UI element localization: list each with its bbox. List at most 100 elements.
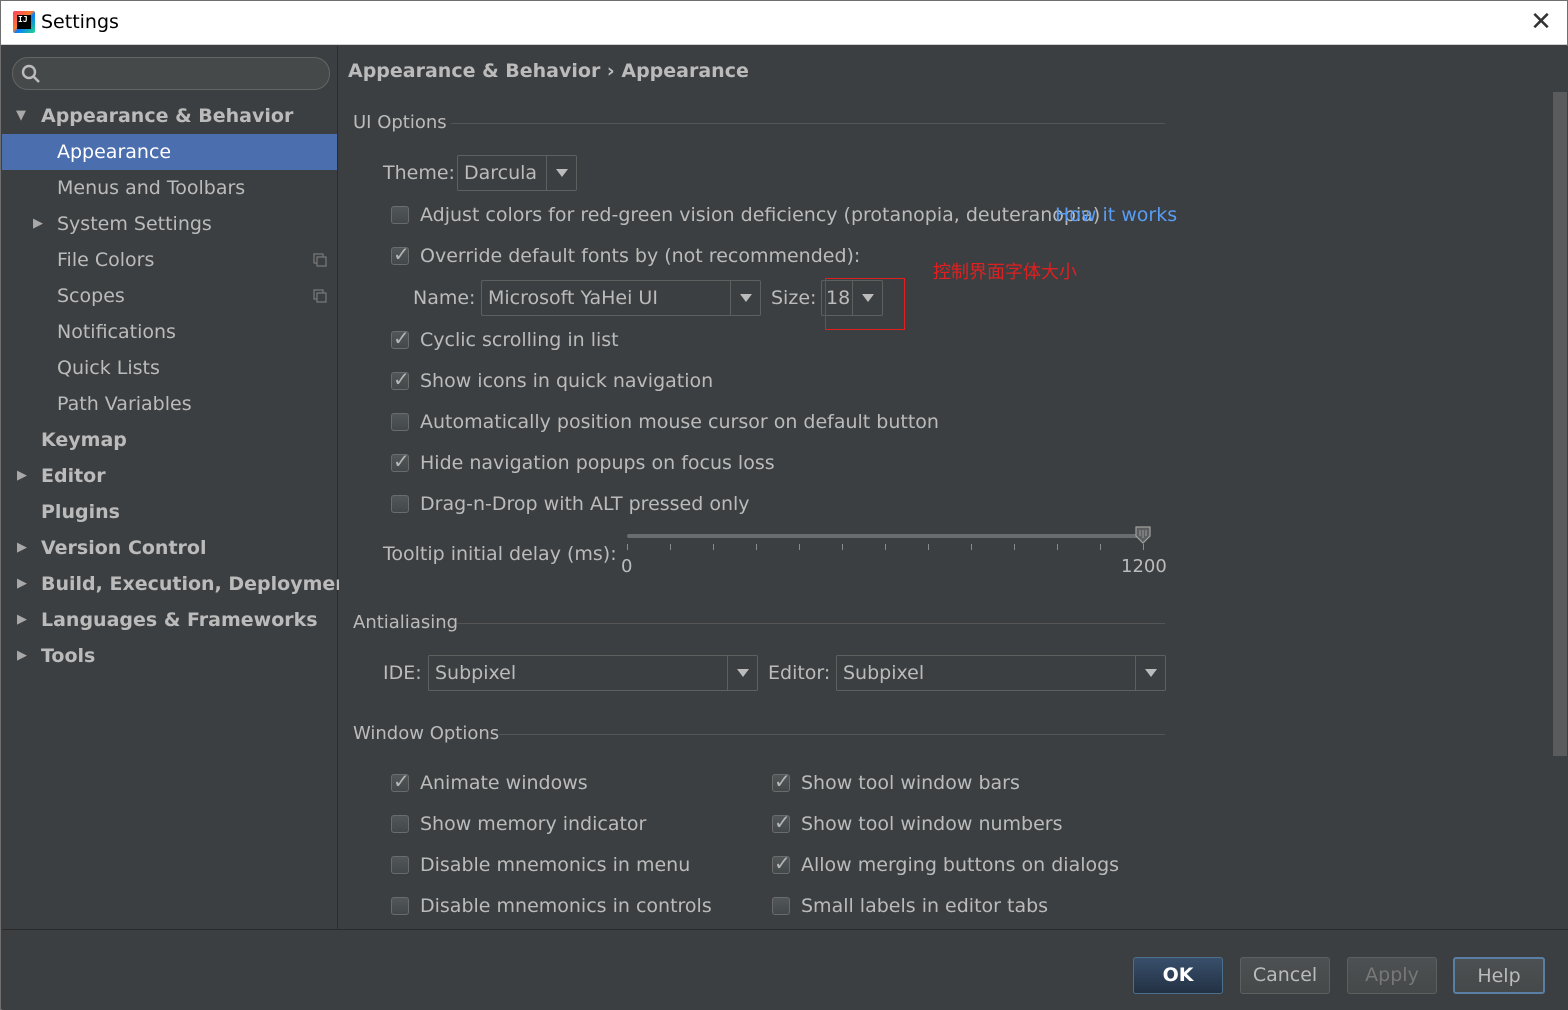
checkbox-box[interactable] [391, 495, 409, 513]
sidebar-item-languages-frameworks[interactable]: ▶ Languages & Frameworks [2, 602, 337, 638]
checkbox-box[interactable] [391, 815, 409, 833]
checkbox-box[interactable]: ✓ [772, 812, 791, 834]
checkbox-box[interactable]: ✓ [772, 853, 791, 875]
apply-button[interactable]: Apply [1347, 957, 1437, 994]
triangle-right-icon[interactable]: ▶ [17, 566, 33, 602]
theme-select[interactable]: Darcula [457, 155, 577, 191]
editor-antialiasing-select[interactable]: Subpixel [836, 655, 1166, 691]
checkbox-label: Show memory indicator [420, 813, 647, 835]
sidebar-item-plugins[interactable]: Plugins [2, 494, 337, 530]
sidebar-item-quick-lists[interactable]: Quick Lists [2, 350, 337, 386]
sidebar-item-appearance-behavior[interactable]: ▼ Appearance & Behavior [2, 98, 337, 134]
sidebar-item-path-variables[interactable]: Path Variables [2, 386, 337, 422]
checkbox-label: Drag-n-Drop with ALT pressed only [420, 493, 750, 515]
font-name-dropdown-button[interactable] [730, 281, 760, 315]
close-button[interactable]: ✕ [1527, 9, 1555, 37]
disable-mnemonics-controls-checkbox[interactable]: Disable mnemonics in controls [391, 892, 731, 920]
ok-button[interactable]: OK [1133, 957, 1223, 994]
triangle-right-icon[interactable]: ▶ [17, 602, 33, 638]
checkbox-label: Hide navigation popups on focus loss [420, 452, 775, 474]
font-name-label: Name: [413, 287, 476, 309]
sidebar-item-system-settings[interactable]: ▶ System Settings [2, 206, 337, 242]
checkbox-label: Automatically position mouse cursor on d… [420, 411, 939, 433]
sidebar-item-build-execution-deployment[interactable]: ▶ Build, Execution, Deployment [2, 566, 358, 602]
checkmark-icon: ✓ [393, 451, 410, 473]
cancel-button[interactable]: Cancel [1240, 957, 1330, 994]
allow-merging-buttons-checkbox[interactable]: ✓ Allow merging buttons on dialogs [772, 851, 1132, 879]
section-divider [457, 623, 1165, 624]
sidebar-item-scopes[interactable]: Scopes [2, 278, 337, 314]
auto-position-mouse-checkbox[interactable]: Automatically position mouse cursor on d… [391, 408, 939, 436]
checkbox-box[interactable]: ✓ [391, 771, 410, 793]
show-tool-window-bars-checkbox[interactable]: ✓ Show tool window bars [772, 769, 1072, 797]
editor-dropdown-button[interactable] [1135, 656, 1165, 690]
sidebar-item-keymap[interactable]: Keymap [2, 422, 337, 458]
slider-tick [713, 544, 714, 550]
help-button[interactable]: Help [1453, 957, 1545, 994]
sidebar-item-editor[interactable]: ▶ Editor [2, 458, 337, 494]
triangle-right-icon[interactable]: ▶ [17, 530, 33, 566]
tooltip-delay-label: Tooltip initial delay (ms): [383, 543, 617, 565]
slider-min-label: 0 [621, 556, 633, 577]
scrollbar-thumb[interactable] [1553, 92, 1567, 756]
checkbox-box[interactable] [391, 856, 409, 874]
cyclic-scrolling-checkbox[interactable]: ✓ Cyclic scrolling in list [391, 326, 691, 354]
triangle-right-icon[interactable]: ▶ [33, 206, 49, 242]
sidebar-item-label: File Colors [57, 249, 155, 271]
checkbox-box[interactable]: ✓ [391, 451, 410, 473]
sidebar-item-notifications[interactable]: Notifications [2, 314, 337, 350]
checkbox-box[interactable]: ✓ [391, 328, 410, 350]
theme-label: Theme: [383, 162, 455, 184]
checkmark-icon: ✓ [774, 771, 791, 793]
sidebar-item-label: Build, Execution, Deployment [41, 573, 358, 595]
tooltip-delay-slider[interactable] [627, 534, 1147, 538]
theme-value: Darcula [464, 162, 538, 184]
triangle-down-icon[interactable]: ▼ [16, 98, 32, 134]
drag-n-drop-checkbox[interactable]: Drag-n-Drop with ALT pressed only [391, 490, 771, 518]
triangle-right-icon[interactable]: ▶ [17, 638, 33, 674]
sidebar-item-version-control[interactable]: ▶ Version Control [2, 530, 337, 566]
adjust-colors-checkbox[interactable]: Adjust colors for red-green vision defic… [391, 201, 1100, 229]
override-fonts-checkbox[interactable]: ✓ Override default fonts by (not recomme… [391, 242, 860, 270]
checkbox-box[interactable] [772, 897, 790, 915]
checkbox-box[interactable]: ✓ [772, 771, 791, 793]
sidebar-item-appearance[interactable]: Appearance [2, 134, 337, 170]
animate-windows-checkbox[interactable]: ✓ Animate windows [391, 769, 691, 797]
show-memory-indicator-checkbox[interactable]: Show memory indicator [391, 810, 691, 838]
font-name-select[interactable]: Microsoft YaHei UI [481, 280, 761, 316]
triangle-right-icon[interactable]: ▶ [17, 458, 33, 494]
sidebar-item-label: Appearance [57, 141, 172, 163]
how-it-works-link[interactable]: How it works [1055, 204, 1177, 226]
sidebar-item-file-colors[interactable]: File Colors [2, 242, 337, 278]
dialog-footer: OK Cancel Apply Help [2, 929, 1568, 1010]
section-title-antialiasing: Antialiasing [353, 612, 459, 633]
checkbox-label: Adjust colors for red-green vision defic… [420, 204, 1101, 226]
slider-thumb[interactable] [1135, 526, 1151, 544]
checkbox-box[interactable] [391, 206, 409, 224]
chevron-down-icon [1145, 669, 1157, 677]
ide-antialiasing-select[interactable]: Subpixel [428, 655, 758, 691]
checkbox-label: Disable mnemonics in menu [420, 854, 691, 876]
small-labels-editor-tabs-checkbox[interactable]: Small labels in editor tabs [772, 892, 1072, 920]
search-input[interactable] [47, 62, 323, 86]
window-title: Settings [41, 11, 119, 33]
checkbox-label: Disable mnemonics in controls [420, 895, 712, 917]
hide-nav-popups-checkbox[interactable]: ✓ Hide navigation popups on focus loss [391, 449, 791, 477]
sidebar-item-tools[interactable]: ▶ Tools [2, 638, 337, 674]
theme-dropdown-button[interactable] [546, 156, 576, 190]
checkbox-box[interactable]: ✓ [391, 244, 410, 266]
checkbox-box[interactable] [391, 897, 409, 915]
show-icons-nav-checkbox[interactable]: ✓ Show icons in quick navigation [391, 367, 751, 395]
disable-mnemonics-menu-checkbox[interactable]: Disable mnemonics in menu [391, 851, 731, 879]
sidebar-item-menus-toolbars[interactable]: Menus and Toolbars [2, 170, 337, 206]
vertical-scrollbar[interactable] [1552, 46, 1568, 929]
checkmark-icon: ✓ [393, 771, 410, 793]
ide-dropdown-button[interactable] [727, 656, 757, 690]
sidebar-item-label: Quick Lists [57, 357, 160, 379]
show-tool-window-numbers-checkbox[interactable]: ✓ Show tool window numbers [772, 810, 1072, 838]
checkbox-label: Cyclic scrolling in list [420, 329, 619, 351]
checkbox-box[interactable]: ✓ [391, 369, 410, 391]
search-box[interactable] [12, 57, 330, 90]
checkbox-box[interactable] [391, 413, 409, 431]
sidebar-item-label: Notifications [57, 321, 176, 343]
